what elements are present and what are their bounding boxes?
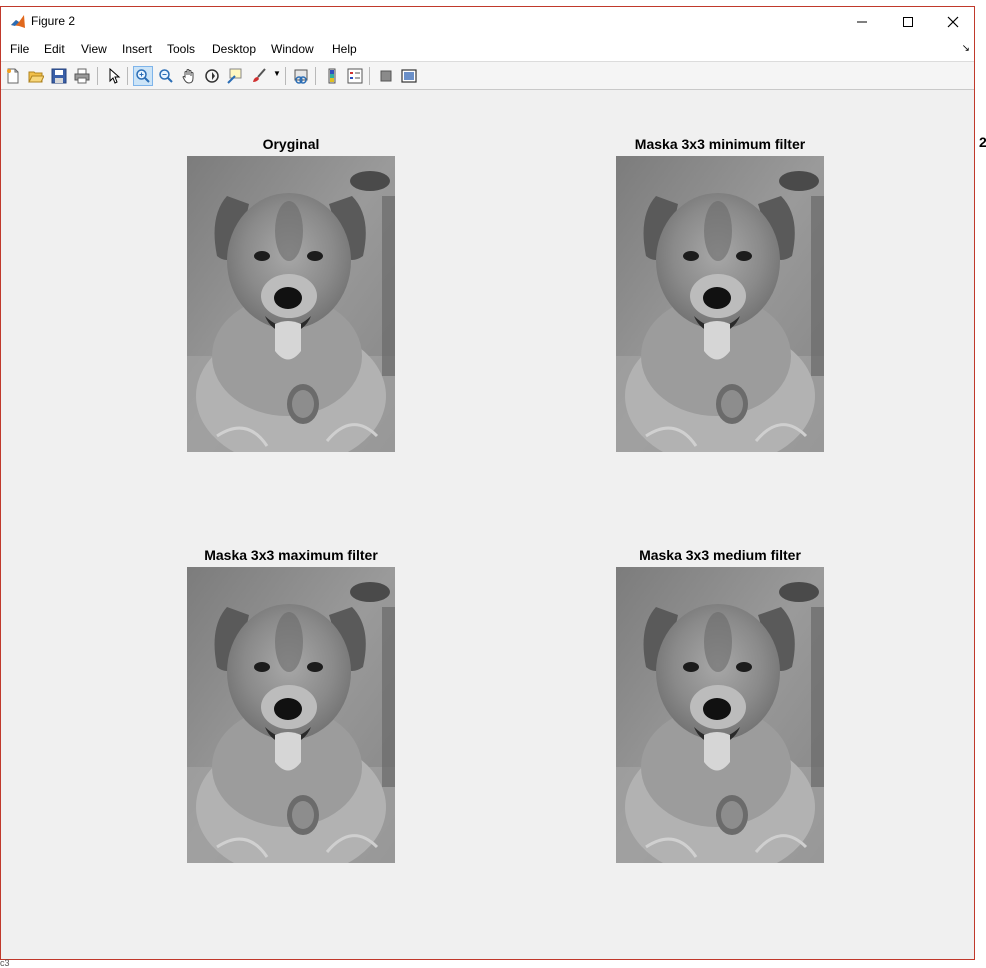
new-figure-icon[interactable]: [3, 66, 23, 86]
dog-photo-medium-filter: [616, 567, 824, 863]
subplot-title-medium-filter: Maska 3x3 medium filter: [639, 547, 801, 563]
toolbar-separator: [315, 67, 316, 85]
minimize-button[interactable]: [839, 7, 885, 37]
zoom-in-icon[interactable]: [133, 66, 153, 86]
maximize-button[interactable]: [885, 7, 931, 37]
menu-help[interactable]: Help: [332, 42, 357, 56]
open-icon[interactable]: [26, 66, 46, 86]
title-bar[interactable]: Figure 2: [1, 7, 974, 37]
figure-window: Figure 2 File Edit View Insert Tools Des…: [0, 6, 975, 960]
subplot-title-maximum-filter: Maska 3x3 maximum filter: [204, 547, 378, 563]
print-icon[interactable]: [72, 66, 92, 86]
menu-desktop[interactable]: Desktop: [212, 42, 256, 56]
dog-photo-original: [187, 156, 395, 452]
brush-icon[interactable]: [249, 66, 269, 86]
link-plot-icon[interactable]: [291, 66, 311, 86]
menu-window[interactable]: Window: [271, 42, 314, 56]
menu-insert[interactable]: Insert: [122, 42, 152, 56]
menu-edit[interactable]: Edit: [44, 42, 65, 56]
subplot-title-original: Oryginal: [262, 136, 320, 152]
data-cursor-icon[interactable]: [225, 66, 245, 86]
dock-arrow-icon[interactable]: ↘: [962, 43, 970, 54]
close-button[interactable]: [930, 7, 976, 37]
figure-toolbar: ▼: [1, 62, 974, 90]
brush-dropdown-icon[interactable]: ▼: [273, 69, 281, 78]
colorbar-icon[interactable]: [322, 66, 342, 86]
pan-hand-icon[interactable]: [179, 66, 199, 86]
image-axes-minimum-filter[interactable]: [616, 156, 824, 452]
show-plot-tools-icon[interactable]: [399, 66, 419, 86]
toolbar-separator: [285, 67, 286, 85]
toolbar-separator: [97, 67, 98, 85]
rotate-3d-icon[interactable]: [202, 66, 222, 86]
legend-icon[interactable]: [345, 66, 365, 86]
background-window-partial-text: 2: [979, 134, 986, 150]
matlab-icon: [10, 14, 26, 30]
image-axes-maximum-filter[interactable]: [187, 567, 395, 863]
window-title: Figure 2: [31, 14, 76, 28]
menu-view[interactable]: View: [81, 42, 107, 56]
dog-photo-maximum-filter: [187, 567, 395, 863]
save-icon[interactable]: [49, 66, 69, 86]
select-arrow-icon[interactable]: [104, 66, 124, 86]
zoom-out-icon[interactable]: [156, 66, 176, 86]
toolbar-separator: [369, 67, 370, 85]
menu-bar: File Edit View Insert Tools Desktop Wind…: [1, 37, 974, 62]
dog-photo-minimum-filter: [616, 156, 824, 452]
image-axes-original[interactable]: [187, 156, 395, 452]
subplot-title-minimum-filter: Maska 3x3 minimum filter: [634, 136, 806, 152]
image-axes-medium-filter[interactable]: [616, 567, 824, 863]
menu-file[interactable]: File: [10, 42, 29, 56]
background-window-bottom-text: c3: [0, 958, 10, 968]
hide-plot-tools-icon[interactable]: [376, 66, 396, 86]
toolbar-separator: [127, 67, 128, 85]
menu-tools[interactable]: Tools: [167, 42, 195, 56]
